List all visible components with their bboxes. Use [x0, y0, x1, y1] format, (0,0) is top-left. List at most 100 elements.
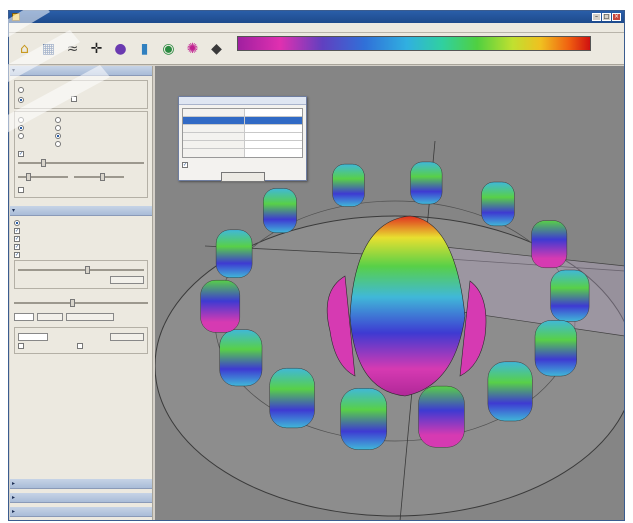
view-radio-3[interactable] — [18, 133, 24, 139]
property-row-selected[interactable] — [183, 117, 302, 125]
scale-value-input[interactable] — [14, 313, 34, 321]
minimize-button[interactable]: – — [592, 13, 601, 21]
viz-radio-1[interactable] — [14, 220, 20, 226]
scale-slider-thumb[interactable] — [70, 299, 76, 307]
property-row[interactable] — [183, 141, 302, 149]
panel-visualization-body: ✓ ✓ ✓ ✓ — [10, 216, 152, 358]
scale-slider[interactable] — [14, 299, 148, 307]
target-icon: ◉ — [162, 40, 175, 57]
viz-checkbox-1[interactable]: ✓ — [14, 228, 20, 234]
stator-tooth — [219, 329, 263, 387]
property-row[interactable] — [183, 133, 302, 141]
export-checkbox-1[interactable] — [18, 343, 24, 349]
crosshair-icon: ✛ — [90, 40, 103, 57]
mode-radio-2[interactable] — [18, 97, 24, 103]
stator-tooth — [340, 388, 387, 450]
export-checkbox-2[interactable] — [77, 343, 83, 349]
tool-button-8[interactable]: ✺ — [181, 37, 204, 61]
tool-button-4[interactable]: ✛ — [85, 37, 108, 61]
threshold-slider-thumb[interactable] — [84, 266, 90, 274]
panel-header-5[interactable] — [10, 507, 152, 517]
close-button[interactable]: × — [612, 13, 621, 21]
threshold-slider[interactable] — [18, 266, 144, 274]
stator-tooth — [410, 161, 443, 205]
app-icon — [12, 13, 20, 21]
mode-radio-1[interactable] — [18, 87, 24, 93]
properties-dialog-title — [179, 97, 306, 105]
palette-icon: ▮ — [140, 40, 149, 57]
menu-bar — [9, 23, 624, 33]
stator-tooth — [418, 385, 465, 448]
stator-tooth — [487, 361, 533, 422]
axis-radio-1[interactable] — [55, 117, 61, 123]
tool-button-7[interactable]: ◉ — [157, 37, 180, 61]
export-value-input[interactable] — [18, 333, 48, 341]
settings-sidebar: ✓ ✓ ✓ ✓ ✓ — [10, 66, 153, 520]
viz-checkbox-4[interactable]: ✓ — [14, 252, 20, 258]
viz-checkbox-3[interactable]: ✓ — [14, 244, 20, 250]
spectrum-icon: ✺ — [186, 40, 199, 57]
diamond-icon: ◆ — [211, 40, 222, 57]
opacity-slider-thumb[interactable] — [41, 159, 47, 167]
property-row[interactable] — [183, 149, 302, 157]
panel-display-body: ✓ — [10, 76, 152, 202]
axis-radio-3[interactable] — [55, 133, 61, 139]
panel-header-display[interactable] — [10, 66, 152, 76]
toolbar: ⌂ ▦ ≈ ✛ ● ▮ ◉ ✺ ◆ — [9, 33, 624, 65]
properties-dialog: ✓ — [178, 96, 307, 182]
stator-tooth — [269, 367, 315, 429]
extra-checkbox[interactable] — [18, 187, 24, 193]
property-row[interactable] — [183, 109, 302, 117]
property-row[interactable] — [183, 125, 302, 133]
option-checkbox[interactable] — [71, 96, 77, 102]
viz-checkbox-2[interactable]: ✓ — [14, 236, 20, 242]
app-window: – □ × ⌂ ▦ ≈ ✛ ● ▮ ◉ ✺ ◆ ▾ ✓ ▾ ✓ ✓ ✓ ✓ ▸ … — [8, 10, 625, 521]
view-radio-1[interactable] — [18, 117, 24, 123]
panel-header-visualization[interactable] — [10, 206, 152, 216]
properties-table — [182, 108, 303, 158]
tool-button-6[interactable]: ▮ — [133, 37, 156, 61]
panel-header-4[interactable] — [10, 493, 152, 503]
stator-tooth — [200, 279, 241, 333]
tool-button-2[interactable]: ▦ — [37, 37, 60, 61]
title-bar: – □ × — [9, 11, 624, 23]
scale-apply-button[interactable] — [37, 313, 63, 321]
panel-header-3[interactable] — [10, 479, 152, 489]
scale-reset-button[interactable] — [66, 313, 114, 321]
axis-radio-4[interactable] — [55, 141, 61, 147]
stator-tooth — [215, 229, 253, 278]
view-group: ✓ — [14, 111, 148, 198]
wave-icon: ≈ — [66, 40, 79, 57]
stator-tooth — [534, 320, 577, 377]
max-slider[interactable] — [74, 173, 124, 181]
dialog-checkbox[interactable]: ✓ — [182, 162, 188, 168]
tool-button-1[interactable]: ⌂ — [13, 37, 36, 61]
axis-radio-2[interactable] — [55, 125, 61, 131]
tool-button-3[interactable]: ≈ — [61, 37, 84, 61]
tool-button-5[interactable]: ● — [109, 37, 132, 61]
stator-tooth — [332, 163, 365, 207]
min-slider[interactable] — [18, 173, 68, 181]
color-palette-scale — [237, 35, 591, 62]
stator-tooth — [263, 188, 297, 234]
apply-threshold-button[interactable] — [110, 276, 144, 284]
tool-button-9[interactable]: ◆ — [205, 37, 228, 61]
toolbar-tools: ⌂ ▦ ≈ ✛ ● ▮ ◉ ✺ ◆ — [13, 37, 229, 61]
maximize-button[interactable]: □ — [602, 13, 611, 21]
section-checkbox[interactable]: ✓ — [18, 151, 24, 157]
home-icon: ⌂ — [20, 40, 29, 57]
color-gradient-bar — [237, 35, 591, 51]
export-button[interactable] — [110, 333, 144, 341]
view-radio-2[interactable] — [18, 125, 24, 131]
threshold-group — [14, 260, 148, 289]
opacity-slider[interactable] — [18, 159, 144, 167]
mode-group — [14, 80, 148, 109]
stator-tooth — [550, 269, 590, 322]
export-group — [14, 327, 148, 354]
grid-icon: ▦ — [41, 40, 56, 57]
dialog-apply-button[interactable] — [220, 172, 265, 182]
dialog-option: ✓ — [182, 162, 303, 168]
stator-tooth — [531, 220, 568, 269]
3d-viewport[interactable]: ✓ — [155, 66, 624, 520]
sphere-icon: ● — [114, 40, 127, 57]
